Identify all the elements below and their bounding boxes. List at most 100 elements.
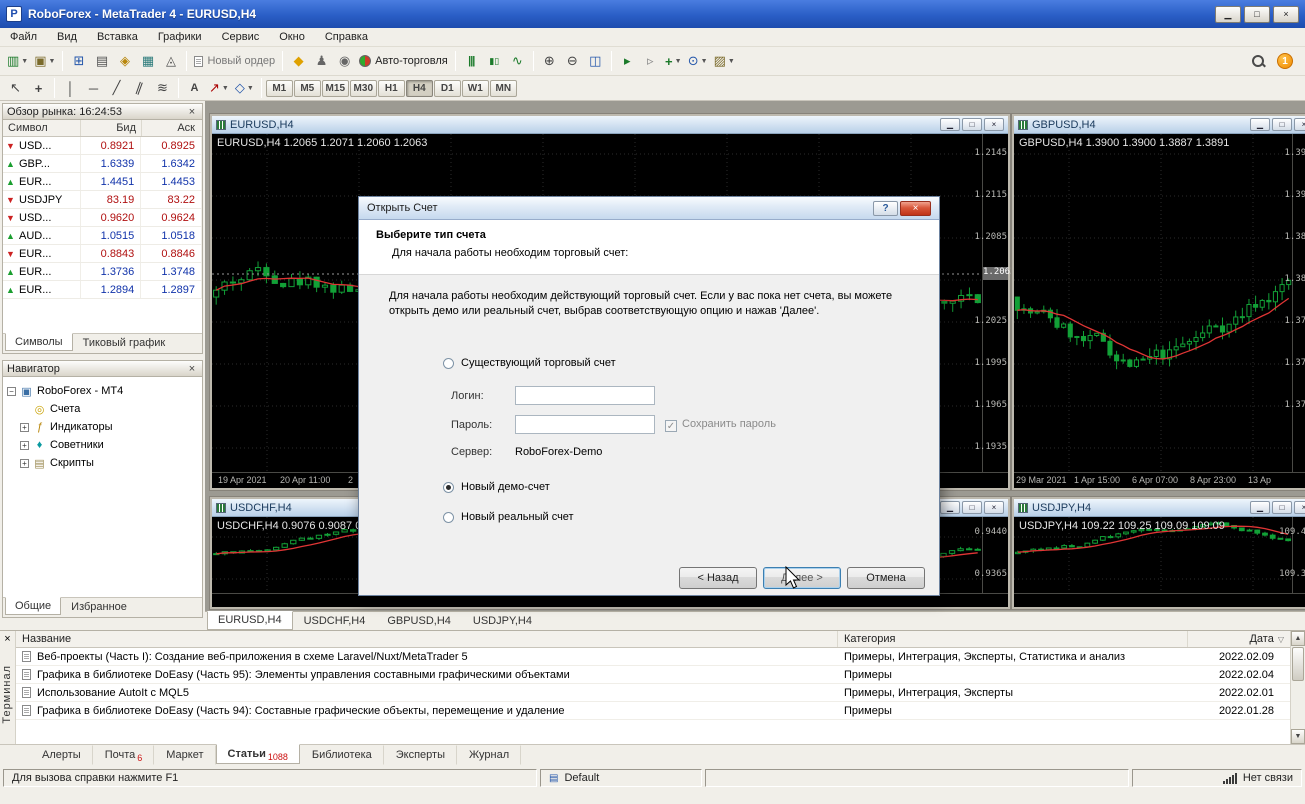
experts-button[interactable]: ♟ bbox=[310, 50, 333, 72]
navigator-button[interactable]: ◈ bbox=[113, 50, 136, 72]
collapse-icon[interactable]: − bbox=[7, 387, 16, 396]
chart-titlebar[interactable]: EURUSD,H4 ▁ □ × bbox=[212, 116, 1008, 134]
tile-windows-button[interactable]: ◫ bbox=[584, 50, 607, 72]
timeframe-h1[interactable]: H1 bbox=[378, 80, 405, 97]
sounds-button[interactable]: ◉ bbox=[333, 50, 356, 72]
channel-button[interactable]: ∥ bbox=[128, 77, 151, 99]
radio-icon[interactable] bbox=[443, 512, 454, 523]
cursor-tool-button[interactable]: ↖ bbox=[4, 77, 27, 99]
restore-icon[interactable]: □ bbox=[962, 501, 982, 514]
tree-item-experts[interactable]: +♦Советники bbox=[7, 436, 202, 454]
column-bid[interactable]: Бид bbox=[81, 120, 142, 136]
login-input[interactable] bbox=[515, 386, 655, 405]
tree-item-root[interactable]: −▣RoboForex - MT4 bbox=[7, 382, 202, 400]
chart-tab-eurusd[interactable]: EURUSD,H4 bbox=[207, 611, 293, 630]
market-watch-button[interactable]: ⊞ bbox=[67, 50, 90, 72]
timeframe-d1[interactable]: D1 bbox=[434, 80, 461, 97]
profiles-button[interactable]: ▣▼ bbox=[31, 50, 58, 72]
market-watch-row[interactable]: ▲AUD...1.05151.0518 bbox=[3, 227, 202, 245]
close-icon[interactable]: × bbox=[984, 501, 1004, 514]
radio-existing-account[interactable]: Существующий торговый счет bbox=[443, 357, 616, 369]
timeframe-mn[interactable]: MN bbox=[490, 80, 517, 97]
tab-journal[interactable]: Журнал bbox=[457, 745, 521, 765]
menu-window[interactable]: Окно bbox=[269, 29, 315, 45]
terminal-button[interactable]: ▦ bbox=[136, 50, 159, 72]
minimize-icon[interactable]: ▁ bbox=[940, 501, 960, 514]
restore-icon[interactable]: □ bbox=[1244, 6, 1270, 23]
column-symbol[interactable]: Символ bbox=[3, 120, 81, 136]
menu-insert[interactable]: Вставка bbox=[87, 29, 148, 45]
chart-titlebar[interactable]: USDJPY,H4 ▁ □ × bbox=[1014, 499, 1305, 517]
new-chart-button[interactable]: ▥▼ bbox=[4, 50, 31, 72]
dialog-titlebar[interactable]: Открыть Счет ? × bbox=[359, 197, 939, 220]
tab-common[interactable]: Общие bbox=[5, 597, 61, 615]
tab-symbols[interactable]: Символы bbox=[5, 333, 73, 351]
next-button[interactable]: Далее > bbox=[763, 567, 841, 589]
column-name[interactable]: Название bbox=[16, 631, 838, 647]
article-row[interactable]: Веб-проекты (Часть I): Создание веб-прил… bbox=[16, 648, 1290, 666]
chart-titlebar[interactable]: GBPUSD,H4 ▁ □ × bbox=[1014, 116, 1305, 134]
market-watch-row[interactable]: ▲EUR...1.37361.3748 bbox=[3, 263, 202, 281]
close-icon[interactable]: × bbox=[186, 106, 198, 118]
vertical-line-button[interactable]: │ bbox=[59, 77, 82, 99]
expand-icon[interactable]: + bbox=[20, 459, 29, 468]
radio-new-real-account[interactable]: Новый реальный счет bbox=[443, 511, 574, 523]
market-watch-row[interactable]: ▼USD...0.96200.9624 bbox=[3, 209, 202, 227]
candlestick-chart[interactable] bbox=[1014, 134, 1292, 472]
minimize-icon[interactable]: ▁ bbox=[1250, 501, 1270, 514]
data-window-button[interactable]: ▤ bbox=[90, 50, 113, 72]
timeframe-h4[interactable]: H4 bbox=[406, 80, 433, 97]
auto-scroll-button[interactable]: ▸ bbox=[616, 50, 639, 72]
scroll-up-icon[interactable]: ▲ bbox=[1291, 631, 1305, 646]
tab-tick-chart[interactable]: Тиковый график bbox=[73, 334, 176, 352]
arrows-tool-button[interactable]: ↗▼ bbox=[206, 77, 232, 99]
chart-window-usdjpy[interactable]: USDJPY,H4 ▁ □ × USDJPY,H4 109.22 109.25 … bbox=[1012, 497, 1305, 609]
timeframe-m5[interactable]: M5 bbox=[294, 80, 321, 97]
tab-articles[interactable]: Статьи1088 bbox=[216, 744, 300, 764]
notifications-badge[interactable]: 1 bbox=[1277, 53, 1293, 69]
close-icon[interactable]: × bbox=[0, 631, 15, 645]
text-tool-button[interactable]: A bbox=[183, 77, 206, 99]
scrollbar-thumb[interactable] bbox=[1292, 647, 1304, 681]
main-titlebar[interactable]: P RoboForex - MetaTrader 4 - EURUSD,H4 ▁… bbox=[0, 0, 1305, 28]
save-password-checkbox[interactable]: ✓Сохранить пароль bbox=[665, 418, 776, 432]
menu-charts[interactable]: Графики bbox=[148, 29, 212, 45]
column-date[interactable]: Дата▽ bbox=[1188, 631, 1290, 647]
bar-chart-button[interactable]: ||| bbox=[460, 50, 483, 72]
column-category[interactable]: Категория bbox=[838, 631, 1188, 647]
tab-library[interactable]: Библиотека bbox=[300, 745, 384, 765]
close-icon[interactable]: × bbox=[900, 201, 931, 216]
status-profile[interactable]: ▤Default bbox=[540, 769, 702, 787]
line-chart-button[interactable]: ∿ bbox=[506, 50, 529, 72]
new-order-button[interactable]: Новый ордер bbox=[191, 50, 278, 72]
back-button[interactable]: < Назад bbox=[679, 567, 757, 589]
close-icon[interactable]: × bbox=[186, 363, 198, 375]
market-watch-row[interactable]: ▲GBP...1.63391.6342 bbox=[3, 155, 202, 173]
restore-icon[interactable]: □ bbox=[1272, 501, 1292, 514]
article-row[interactable]: Графика в библиотеке DoEasy (Часть 95): … bbox=[16, 666, 1290, 684]
search-icon[interactable] bbox=[1252, 55, 1265, 68]
tab-alerts[interactable]: Алерты bbox=[30, 745, 93, 765]
expand-icon[interactable]: + bbox=[20, 441, 29, 450]
menu-view[interactable]: Вид bbox=[47, 29, 87, 45]
tab-experts[interactable]: Эксперты bbox=[384, 745, 457, 765]
templates-button[interactable]: ▨▼ bbox=[711, 50, 738, 72]
market-watch-row[interactable]: ▼EUR...0.88430.8846 bbox=[3, 245, 202, 263]
market-watch-row[interactable]: ▼USDJPY83.1983.22 bbox=[3, 191, 202, 209]
chart-tab-gbpusd[interactable]: GBPUSD,H4 bbox=[376, 612, 462, 630]
scroll-down-icon[interactable]: ▼ bbox=[1291, 729, 1305, 744]
market-watch-row[interactable]: ▲EUR...1.28941.2897 bbox=[3, 281, 202, 299]
fibonacci-button[interactable]: ≋ bbox=[151, 77, 174, 99]
trendline-button[interactable]: ╱ bbox=[105, 77, 128, 99]
chart-shift-button[interactable]: ▹ bbox=[639, 50, 662, 72]
help-icon[interactable]: ? bbox=[873, 201, 898, 216]
menu-help[interactable]: Справка bbox=[315, 29, 378, 45]
tab-favorites[interactable]: Избранное bbox=[61, 598, 137, 616]
chart-window-gbpusd[interactable]: GBPUSD,H4 ▁ □ × GBPUSD,H4 1.3900 1.3900 … bbox=[1012, 114, 1305, 490]
restore-icon[interactable]: □ bbox=[962, 118, 982, 131]
strategy-tester-button[interactable]: ◬ bbox=[159, 50, 182, 72]
minimize-icon[interactable]: ▁ bbox=[940, 118, 960, 131]
tree-item-scripts[interactable]: +▤Скрипты bbox=[7, 454, 202, 472]
cancel-button[interactable]: Отмена bbox=[847, 567, 925, 589]
article-row[interactable]: Графика в библиотеке DoEasy (Часть 94): … bbox=[16, 702, 1290, 720]
